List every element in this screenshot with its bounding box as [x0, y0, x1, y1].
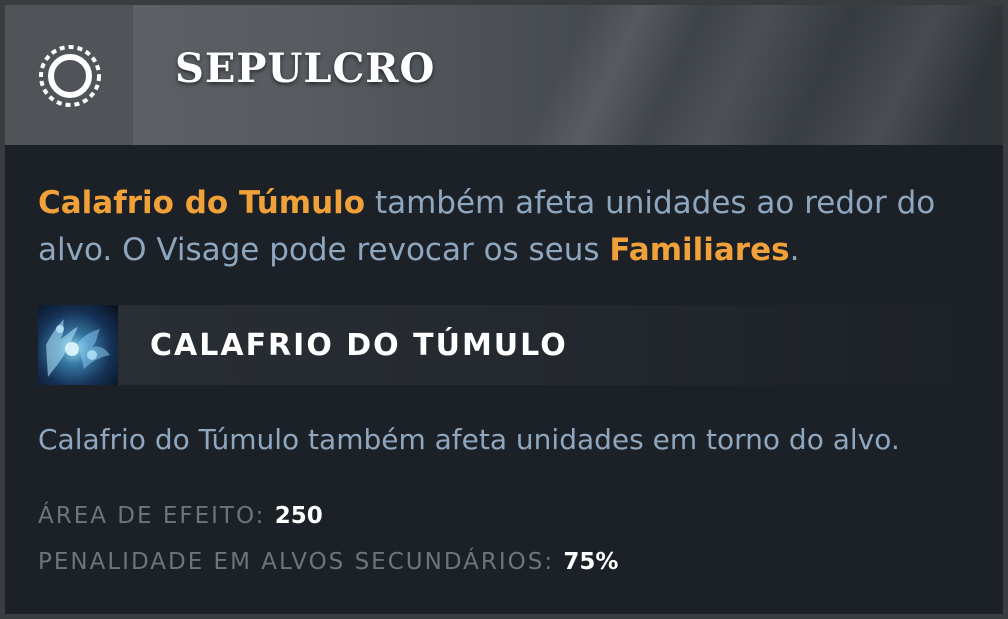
stat-label: ÁREA DE EFEITO: — [38, 503, 266, 529]
ability-tooltip: SEPULCRO Calafrio do Túmulo também afeta… — [0, 0, 1008, 619]
dashed-ring-icon — [39, 45, 101, 107]
ability-name: CALAFRIO DO TÚMULO — [150, 328, 568, 363]
tooltip-header: SEPULCRO — [5, 5, 1003, 145]
grave-chill-ability-icon — [38, 305, 118, 385]
header-icon-box — [5, 5, 133, 145]
stat-value: 75% — [563, 549, 619, 575]
ability-description: Calafrio do Túmulo também afeta unidades… — [38, 423, 900, 456]
stat-secondary-penalty: PENALIDADE EM ALVOS SECUNDÁRIOS: 75% — [38, 551, 618, 574]
tooltip-description: Calafrio do Túmulo também afeta unidades… — [38, 180, 978, 274]
ability-subheader: CALAFRIO DO TÚMULO — [38, 305, 978, 385]
stat-value: 250 — [274, 503, 323, 529]
stat-area-of-effect: ÁREA DE EFEITO: 250 — [38, 505, 323, 528]
highlight-familiars: Familiares — [609, 232, 790, 268]
tooltip-title: SEPULCRO — [175, 45, 436, 92]
grave-chill-art — [46, 319, 110, 377]
description-end: . — [789, 232, 800, 268]
highlight-ability-name: Calafrio do Túmulo — [38, 185, 366, 221]
stat-label: PENALIDADE EM ALVOS SECUNDÁRIOS: — [38, 549, 555, 575]
